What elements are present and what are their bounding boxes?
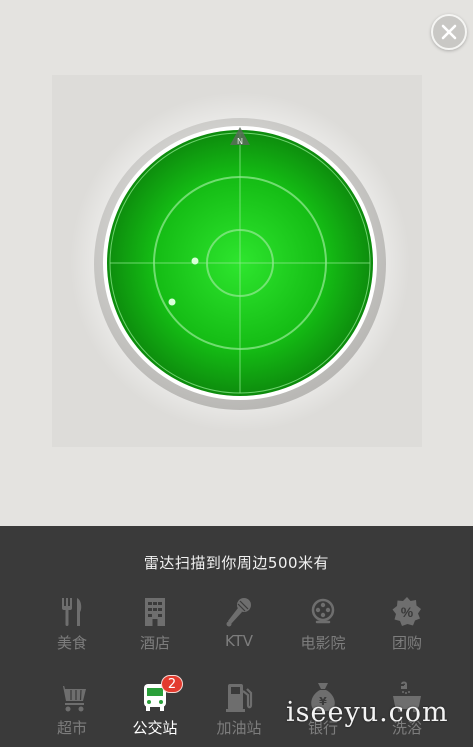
category-bus-stop[interactable]: 2 公交站 <box>115 675 195 738</box>
fuel-pump-icon <box>226 684 253 712</box>
category-hotel[interactable]: 酒店 <box>115 596 195 653</box>
film-reel-icon <box>311 598 335 624</box>
radar-area: N <box>0 0 473 526</box>
category-label: 加油站 <box>216 719 262 737</box>
category-label: 团购 <box>391 634 422 652</box>
radar-blip[interactable] <box>168 298 176 306</box>
close-icon <box>441 24 457 40</box>
watermark: iseeyu.com <box>286 697 449 728</box>
percent-badge-icon: % <box>392 597 421 626</box>
category-label: KTV <box>224 632 254 650</box>
category-cinema[interactable]: 电影院 <box>283 596 363 653</box>
radar-screen: N 雷达扫描到你周边500米有 美食 酒店 KTV 电影院 % 团购 超市 2 … <box>0 0 473 747</box>
close-button[interactable] <box>431 14 467 50</box>
hotel-icon <box>145 598 165 626</box>
category-supermarket[interactable]: 超市 <box>32 681 112 738</box>
microphone-icon <box>226 598 251 627</box>
category-label: 电影院 <box>300 634 346 652</box>
north-label: N <box>237 137 243 146</box>
bus-count-badge: 2 <box>161 675 183 693</box>
category-group-buy[interactable]: % 团购 <box>367 596 447 653</box>
category-label: 超市 <box>56 719 87 737</box>
category-label: 公交站 <box>132 719 178 737</box>
cart-icon <box>58 686 86 712</box>
radar-scope: N <box>70 92 410 432</box>
category-food[interactable]: 美食 <box>32 596 112 653</box>
radar-blip[interactable] <box>191 257 199 265</box>
scan-result-text: 雷达扫描到你周边500米有 <box>143 554 330 572</box>
category-label: 酒店 <box>139 634 170 652</box>
category-gas-station[interactable]: 加油站 <box>199 681 279 738</box>
category-ktv[interactable]: KTV <box>199 596 279 650</box>
utensils-icon <box>62 598 82 626</box>
svg-text:%: % <box>401 604 414 620</box>
category-label: 美食 <box>56 634 87 652</box>
